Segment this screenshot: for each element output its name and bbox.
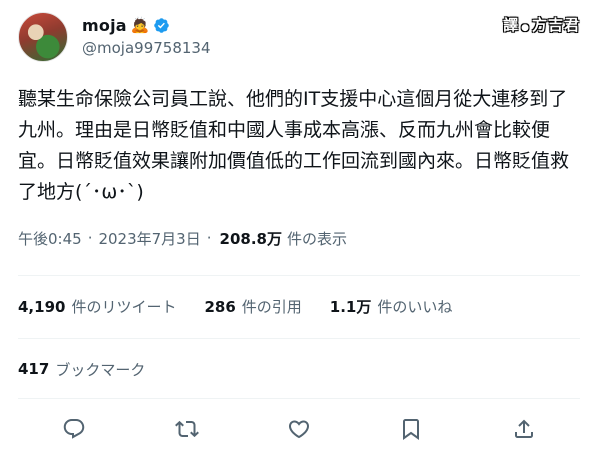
tweet-header: moja 🙇 @moja99758134 譯 ● 方吉君 — [18, 12, 588, 68]
tweet-meta: 午後0:45 · 2023年7月3日 · 208.8万 件の表示 — [18, 227, 347, 249]
retweets-count: 4,190 — [18, 297, 66, 316]
likes-label: 件のいいね — [377, 297, 453, 316]
retweets-label: 件のリツイート — [71, 297, 177, 316]
views-count: 208.8万 — [219, 229, 282, 248]
likes-stat[interactable]: 1.1万 件のいいね — [330, 296, 453, 317]
verified-badge-icon — [154, 17, 170, 33]
views-label: 件の表示 — [286, 229, 347, 248]
avatar[interactable] — [18, 12, 68, 62]
meta-separator: · — [206, 229, 212, 247]
tweet-time[interactable]: 午後0:45 — [18, 228, 82, 249]
quotes-count: 286 — [204, 297, 236, 316]
like-button[interactable] — [279, 412, 319, 446]
divider — [18, 275, 580, 276]
tweet-date[interactable]: 2023年7月3日 — [98, 228, 200, 249]
retweets-stat[interactable]: 4,190 件のリツイート — [18, 296, 176, 317]
name-row: moja 🙇 — [82, 14, 170, 36]
retweet-button[interactable] — [167, 412, 207, 446]
display-name[interactable]: moja — [82, 16, 127, 35]
meta-separator: · — [87, 229, 93, 247]
watermark-right: 方吉君 — [531, 16, 580, 34]
divider — [18, 398, 580, 399]
bookmarks-label: ブックマーク — [55, 360, 146, 379]
retweet-icon — [174, 420, 199, 438]
bookmarks-stat[interactable]: 417 ブックマーク — [18, 358, 145, 380]
reply-button[interactable] — [54, 412, 94, 446]
translator-watermark: 譯 ● 方吉君 — [503, 14, 580, 35]
bookmarks-count: 417 — [18, 360, 50, 378]
share-icon — [514, 419, 533, 438]
bookmark-button[interactable] — [391, 412, 431, 446]
watermark-dot-icon: ● — [521, 23, 530, 33]
like-icon — [288, 420, 309, 439]
bookmark-icon — [403, 419, 420, 440]
tweet-text: 聽某生命保險公司員工說、他們的IT支援中心這個月從大連移到了九州。理由是日幣貶值… — [18, 88, 570, 203]
quotes-label: 件の引用 — [241, 297, 302, 316]
quotes-stat[interactable]: 286 件の引用 — [204, 296, 301, 317]
engagement-stats: 4,190 件のリツイート 286 件の引用 1.1万 件のいいね — [18, 295, 452, 317]
name-emoji: 🙇 — [130, 15, 150, 34]
share-button[interactable] — [504, 412, 544, 446]
likes-count: 1.1万 — [329, 297, 372, 316]
watermark-left: 譯 — [503, 16, 520, 34]
action-bar — [18, 412, 580, 446]
divider — [18, 338, 580, 339]
reply-icon — [63, 419, 85, 439]
user-handle[interactable]: @moja99758134 — [82, 39, 211, 57]
